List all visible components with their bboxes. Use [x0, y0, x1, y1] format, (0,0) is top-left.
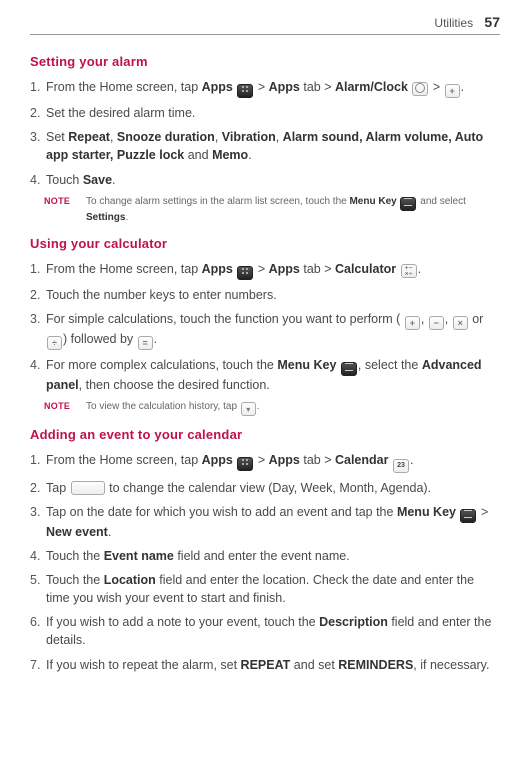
section-title-calendar: Adding an event to your calendar — [30, 426, 500, 445]
apps-icon — [237, 266, 253, 280]
calc-steps: 1. From the Home screen, tap Apps > Apps… — [30, 260, 500, 394]
list-item: 2. Set the desired alarm time. — [30, 104, 500, 122]
note-calc: NOTE To view the calculation history, ta… — [44, 400, 500, 416]
apps-icon — [237, 84, 253, 98]
list-item: 3. For simple calculations, touch the fu… — [30, 310, 500, 350]
page-header: Utilities 57 — [30, 12, 500, 35]
list-item: 5. Touch the Location field and enter th… — [30, 571, 500, 607]
list-item: 2. Tap to change the calendar view (Day,… — [30, 479, 500, 497]
section-title-calc: Using your calculator — [30, 235, 500, 254]
list-item: 6. If you wish to add a note to your eve… — [30, 613, 500, 649]
calendar-icon: 23 — [393, 459, 409, 473]
section-name: Utilities — [434, 16, 473, 30]
list-item: 4. For more complex calculations, touch … — [30, 356, 500, 394]
list-item: 4. Touch Save. — [30, 171, 500, 189]
alarm-steps: 1. From the Home screen, tap Apps > Apps… — [30, 78, 500, 189]
plus-icon — [405, 316, 420, 330]
divide-icon — [47, 336, 62, 350]
multiply-icon — [453, 316, 468, 330]
view-selector-icon — [71, 481, 105, 495]
list-item: 3. Tap on the date for which you wish to… — [30, 503, 500, 541]
menu-key-icon — [341, 362, 357, 376]
section-title-alarm: Setting your alarm — [30, 53, 500, 72]
note-label: NOTE — [44, 195, 86, 225]
menu-key-icon — [460, 509, 476, 523]
list-item: 2. Touch the number keys to enter number… — [30, 286, 500, 304]
calculator-icon: +−×÷ — [401, 264, 417, 278]
add-alarm-icon — [445, 84, 460, 98]
history-dropdown-icon — [241, 402, 256, 416]
list-item: 1. From the Home screen, tap Apps > Apps… — [30, 78, 500, 98]
list-item: 7. If you wish to repeat the alarm, set … — [30, 656, 500, 674]
menu-key-icon — [400, 197, 416, 211]
note-label: NOTE — [44, 400, 86, 416]
note-alarm: NOTE To change alarm settings in the ala… — [44, 195, 500, 225]
list-item: 4. Touch the Event name field and enter … — [30, 547, 500, 565]
apps-icon — [237, 457, 253, 471]
list-item: 1. From the Home screen, tap Apps > Apps… — [30, 260, 500, 280]
calendar-steps: 1. From the Home screen, tap Apps > Apps… — [30, 451, 500, 674]
equals-icon — [138, 336, 153, 350]
clock-icon — [412, 82, 428, 96]
list-item: 1. From the Home screen, tap Apps > Apps… — [30, 451, 500, 473]
minus-icon — [429, 316, 444, 330]
list-item: 3. Set Repeat, Snooze duration, Vibratio… — [30, 128, 500, 164]
page-number: 57 — [484, 14, 500, 30]
